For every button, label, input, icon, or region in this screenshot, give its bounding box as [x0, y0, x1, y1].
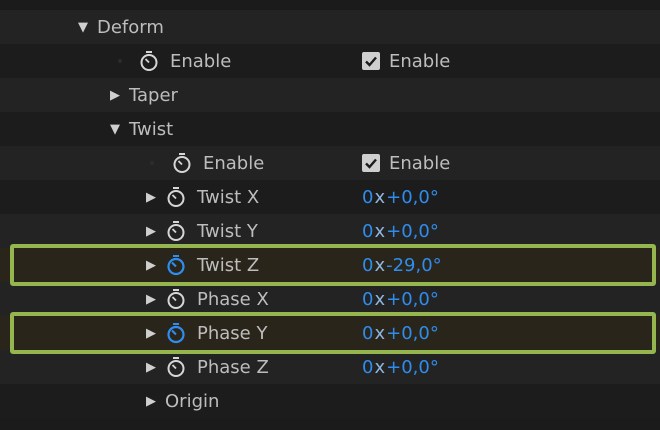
twist-x-revolutions[interactable]: 0	[362, 187, 373, 208]
stopwatch-icon[interactable]	[165, 220, 187, 242]
stopwatch-active-icon[interactable]	[165, 254, 187, 276]
triangle-right-icon[interactable]: ▶	[110, 88, 120, 103]
group-origin[interactable]: ▶ Origin	[0, 384, 660, 418]
property-phase-z-label: Phase Z	[197, 356, 269, 378]
property-twist-z-label: Twist Z	[197, 254, 260, 276]
checkbox-checked-icon[interactable]	[362, 52, 380, 70]
twist-x-degrees[interactable]: +0,0°	[386, 187, 439, 208]
twist-y-separator: x	[374, 220, 386, 242]
twist-z-value[interactable]: 0 x -29,0°	[362, 255, 442, 276]
phase-z-value[interactable]: 0 x +0,0°	[362, 357, 439, 378]
property-twist-enable-label: Enable	[203, 152, 265, 174]
phase-z-revolutions[interactable]: 0	[362, 357, 373, 378]
property-phase-x-label: Phase X	[197, 288, 269, 310]
twist-x-value[interactable]: 0 x +0,0°	[362, 187, 439, 208]
property-twist-y[interactable]: ▶ Twist Y 0 x +0,0°	[0, 214, 660, 248]
property-twist-y-label: Twist Y	[197, 220, 258, 242]
group-taper-label: Taper	[129, 84, 178, 106]
deform-enable-checkbox-label: Enable	[389, 50, 451, 72]
property-phase-y[interactable]: ▶ Phase Y 0 x +0,0°	[0, 316, 660, 350]
property-deform-enable[interactable]: Enable Enable	[0, 44, 660, 78]
triangle-right-icon[interactable]: ▶	[146, 190, 156, 205]
group-deform-label: Deform	[97, 16, 164, 38]
property-twist-z[interactable]: ▶ Twist Z 0 x -29,0°	[0, 248, 660, 282]
group-twist-label: Twist	[129, 118, 174, 140]
stopwatch-icon[interactable]	[138, 50, 160, 72]
triangle-right-icon[interactable]: ▶	[146, 360, 156, 375]
property-twist-x-label: Twist X	[197, 186, 260, 208]
triangle-right-icon[interactable]: ▶	[146, 326, 156, 341]
twist-x-separator: x	[374, 186, 386, 208]
stopwatch-icon[interactable]	[171, 152, 193, 174]
triangle-down-icon[interactable]: ▼	[78, 20, 88, 35]
property-deform-enable-label: Enable	[170, 50, 232, 72]
group-deform[interactable]: ▼ Deform	[0, 10, 660, 44]
phase-x-degrees[interactable]: +0,0°	[386, 289, 439, 310]
phase-y-value[interactable]: 0 x +0,0°	[362, 323, 439, 344]
property-twist-x[interactable]: ▶ Twist X 0 x +0,0°	[0, 180, 660, 214]
triangle-down-icon[interactable]: ▼	[110, 122, 120, 137]
phase-x-value[interactable]: 0 x +0,0°	[362, 289, 439, 310]
phase-y-separator: x	[374, 322, 386, 344]
twist-y-degrees[interactable]: +0,0°	[386, 221, 439, 242]
phase-z-degrees[interactable]: +0,0°	[386, 357, 439, 378]
group-taper[interactable]: ▶ Taper	[0, 78, 660, 112]
keyframe-dot	[118, 59, 122, 63]
twist-z-separator: x	[374, 254, 386, 276]
twist-z-degrees[interactable]: -29,0°	[386, 255, 442, 276]
twist-enable-checkbox-label: Enable	[389, 152, 451, 174]
keyframe-dot	[150, 161, 154, 165]
phase-z-separator: x	[374, 356, 386, 378]
properties-panel: ▼ Deform Enable Enable ▶ Taper ▼ Twist E…	[0, 10, 660, 430]
triangle-right-icon[interactable]: ▶	[146, 292, 156, 307]
phase-x-separator: x	[374, 288, 386, 310]
twist-z-revolutions[interactable]: 0	[362, 255, 373, 276]
checkbox-checked-icon[interactable]	[362, 154, 380, 172]
stopwatch-icon[interactable]	[165, 288, 187, 310]
twist-y-revolutions[interactable]: 0	[362, 221, 373, 242]
group-twist[interactable]: ▼ Twist	[0, 112, 660, 146]
property-phase-x[interactable]: ▶ Phase X 0 x +0,0°	[0, 282, 660, 316]
stopwatch-icon[interactable]	[165, 356, 187, 378]
phase-y-degrees[interactable]: +0,0°	[386, 323, 439, 344]
twist-y-value[interactable]: 0 x +0,0°	[362, 221, 439, 242]
property-twist-enable[interactable]: Enable Enable	[0, 146, 660, 180]
triangle-right-icon[interactable]: ▶	[146, 224, 156, 239]
phase-x-revolutions[interactable]: 0	[362, 289, 373, 310]
triangle-right-icon[interactable]: ▶	[146, 394, 156, 409]
property-phase-z[interactable]: ▶ Phase Z 0 x +0,0°	[0, 350, 660, 384]
triangle-right-icon[interactable]: ▶	[146, 258, 156, 273]
stopwatch-active-icon[interactable]	[165, 322, 187, 344]
stopwatch-icon[interactable]	[165, 186, 187, 208]
group-origin-label: Origin	[165, 390, 220, 412]
phase-y-revolutions[interactable]: 0	[362, 323, 373, 344]
property-phase-y-label: Phase Y	[197, 322, 268, 344]
